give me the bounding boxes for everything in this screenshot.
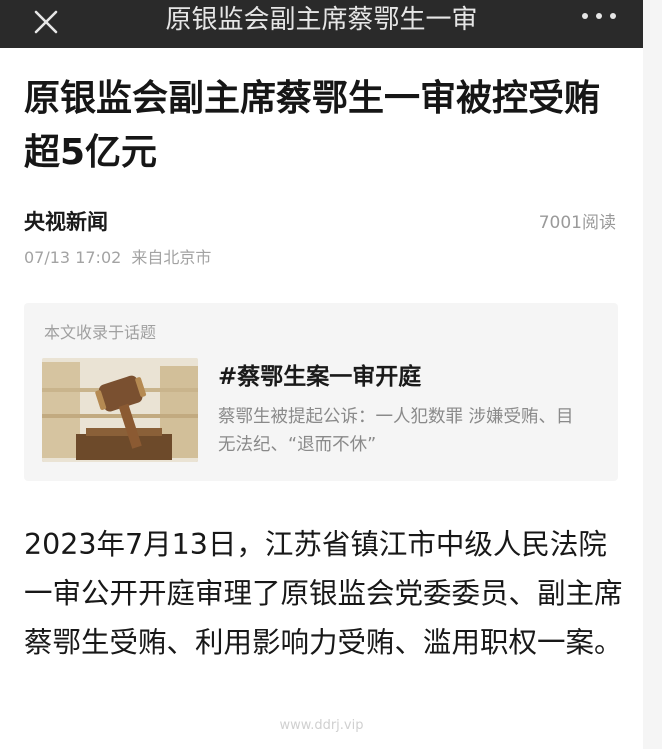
article-meta: 07/13 17:02 来自北京市	[24, 244, 211, 268]
publish-location: 来自北京市	[131, 248, 212, 267]
publish-time: 07/13 17:02	[24, 248, 122, 267]
read-count: 7001阅读	[538, 213, 616, 233]
topic-title[interactable]: #蔡鄂生案一审开庭	[218, 361, 588, 393]
close-icon[interactable]	[30, 6, 62, 38]
gavel-icon[interactable]	[42, 358, 198, 462]
topic-info: #蔡鄂生案一审开庭 蔡鄂生被提起公诉：一人犯数罪 涉嫌受贿、目无法纪、“退而不休…	[218, 361, 588, 459]
topic-caption: 本文收录于话题	[44, 323, 157, 342]
article-source[interactable]: 央视新闻	[24, 206, 108, 236]
article-body-paragraph: 2023年7月13日，江苏省镇江市中级人民法院一审公开开庭审理了原银监会党委委员…	[24, 528, 623, 659]
watermark: www.ddrj.vip	[279, 718, 364, 733]
topic-card[interactable]: 本文收录于话题 #蔡鄂生案一审开庭 蔡鄂生被提起公诉：一人犯数罪 涉嫌受贿、目无…	[24, 303, 618, 481]
topic-description: 蔡鄂生被提起公诉：一人犯数罪 涉嫌受贿、目无法纪、“退而不休”	[218, 407, 574, 455]
top-nav-bar: 原银监会副主席蔡鄂生一审	[0, 0, 643, 48]
article-headline: 原银监会副主席蔡鄂生一审被控受贿超5亿元	[24, 78, 601, 173]
more-dots-icon[interactable]	[582, 6, 616, 26]
nav-title: 原银监会副主席蔡鄂生一审	[165, 5, 478, 35]
scrollbar-gutter	[643, 0, 662, 749]
